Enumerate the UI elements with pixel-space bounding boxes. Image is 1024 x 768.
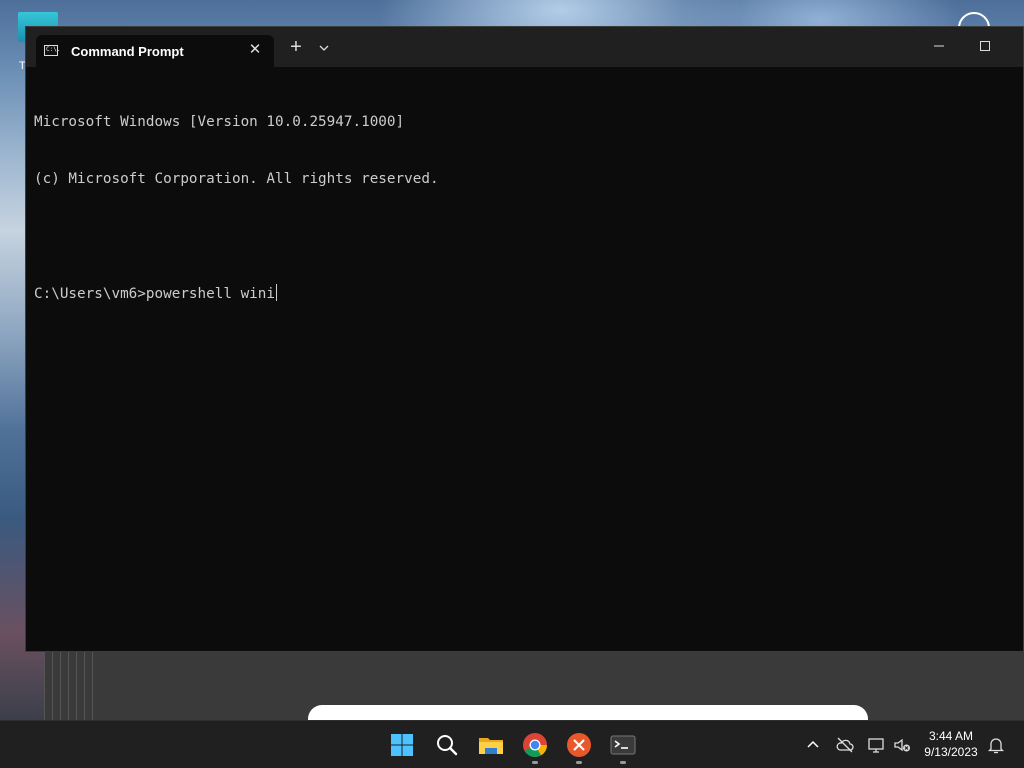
- chrome-button[interactable]: [519, 729, 551, 764]
- chevron-up-icon: [807, 740, 819, 748]
- command-prompt-icon-text: C:\.: [46, 46, 61, 53]
- command-prompt-icon: C:\.: [44, 45, 61, 56]
- folder-icon: [479, 738, 503, 754]
- file-explorer-button[interactable]: [475, 729, 507, 761]
- volume-tray-button[interactable]: [892, 735, 912, 755]
- volume-muted-icon: [894, 738, 910, 752]
- start-button[interactable]: [386, 729, 418, 761]
- chrome-icon: [523, 733, 547, 758]
- running-indicator: [576, 761, 582, 764]
- terminal-window: C:\. Command Prompt ✕ + Microsoft Window…: [25, 26, 1024, 652]
- network-icon: [868, 738, 884, 753]
- console-line: Microsoft Windows [Version 10.0.25947.10…: [34, 114, 405, 130]
- search-button[interactable]: [431, 729, 463, 761]
- maximize-button[interactable]: [962, 35, 1008, 59]
- terminal-icon: [610, 735, 636, 755]
- tab-title: Command Prompt: [71, 44, 184, 59]
- minimize-icon: [934, 45, 944, 47]
- bell-icon: [987, 738, 1005, 754]
- network-tray-button[interactable]: [867, 735, 887, 755]
- console-line: (c) Microsoft Corporation. All rights re…: [34, 171, 439, 187]
- maximize-icon: [980, 41, 990, 51]
- tab-dropdown-button[interactable]: [315, 39, 333, 57]
- running-indicator: [620, 761, 626, 764]
- terminal-button[interactable]: [607, 729, 639, 764]
- title-bar[interactable]: C:\. Command Prompt ✕ +: [26, 27, 1023, 67]
- tab-command-prompt[interactable]: C:\. Command Prompt ✕: [36, 35, 274, 67]
- xmind-icon: [567, 733, 591, 757]
- new-tab-button[interactable]: +: [285, 37, 307, 59]
- console-output[interactable]: Microsoft Windows [Version 10.0.25947.10…: [34, 75, 1014, 635]
- running-indicator: [532, 761, 538, 764]
- windows-logo-icon: [391, 734, 413, 756]
- cloud-offline-icon: [836, 737, 854, 753]
- show-hidden-icons-button[interactable]: [803, 735, 823, 755]
- console-input[interactable]: C:\Users\vm6>powershell wini: [34, 286, 275, 302]
- xmind-button[interactable]: [563, 729, 595, 764]
- console-prompt-line[interactable]: C:\Users\vm6>powershell wini: [34, 284, 1014, 303]
- search-icon: [437, 735, 458, 756]
- clock-time: 3:44 AM: [928, 729, 974, 743]
- close-tab-button[interactable]: ✕: [245, 40, 265, 60]
- chevron-down-icon: [319, 45, 329, 51]
- background-window-stripes: [44, 652, 96, 720]
- notifications-button[interactable]: [986, 735, 1006, 755]
- taskbar: 3:44 AM 9/13/2023: [0, 720, 1024, 768]
- clock[interactable]: 3:44 AM 9/13/2023: [912, 728, 990, 760]
- clock-date: 9/13/2023: [924, 745, 978, 759]
- minimize-button[interactable]: [916, 35, 962, 59]
- onedrive-tray-button[interactable]: [835, 735, 855, 755]
- text-cursor: [276, 284, 278, 301]
